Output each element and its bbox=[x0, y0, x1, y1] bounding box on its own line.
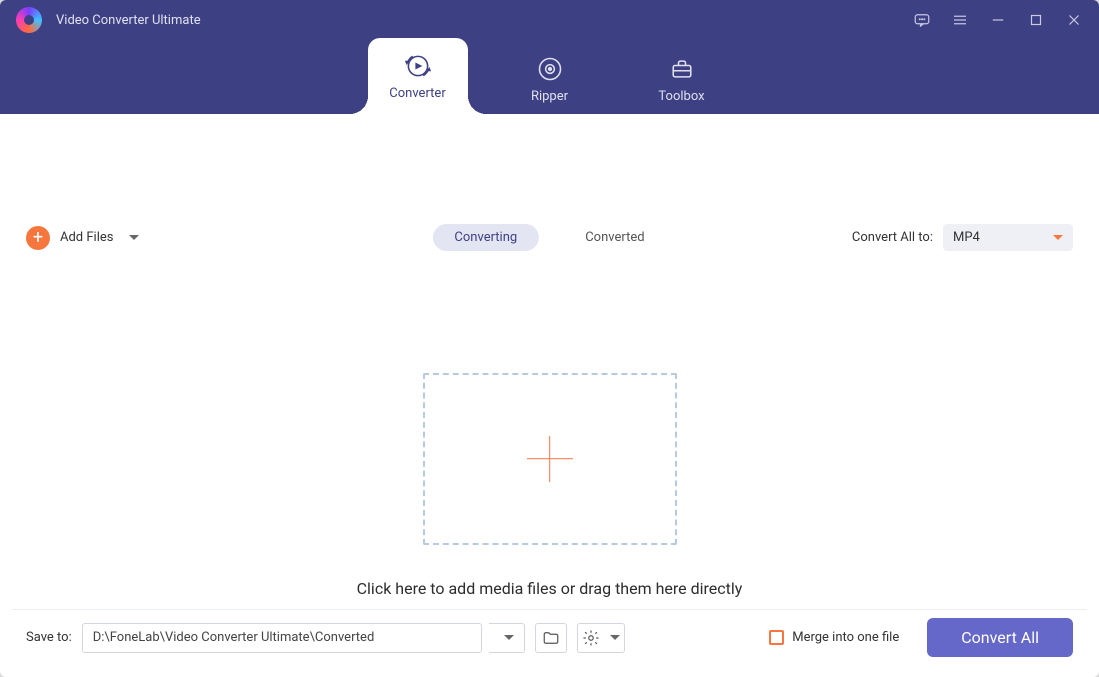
tab-toolbox[interactable]: Toolbox bbox=[632, 44, 732, 114]
output-format-value: MP4 bbox=[953, 230, 980, 245]
feedback-icon[interactable] bbox=[913, 11, 931, 29]
sub-tabs: Converting Converted bbox=[432, 224, 666, 251]
save-path-dropdown[interactable] bbox=[489, 623, 525, 653]
maximize-icon[interactable] bbox=[1027, 11, 1045, 29]
main-tabs: Converter Ripper Toolbox bbox=[368, 38, 732, 114]
app-window: Video Converter Ultimate bbox=[0, 0, 1099, 677]
subtab-converted[interactable]: Converted bbox=[563, 224, 666, 251]
open-folder-button[interactable] bbox=[535, 623, 567, 653]
tab-label: Toolbox bbox=[658, 89, 704, 104]
toolbar: + Add Files Converting Converted Convert… bbox=[12, 114, 1087, 362]
add-media-box[interactable] bbox=[423, 373, 677, 545]
plus-icon bbox=[527, 436, 573, 482]
drop-zone[interactable]: Click here to add media files or drag th… bbox=[12, 362, 1087, 610]
add-files-button[interactable]: + Add Files bbox=[26, 226, 139, 250]
tab-converter[interactable]: Converter bbox=[368, 38, 468, 114]
minimize-icon[interactable] bbox=[989, 11, 1007, 29]
titlebar: Video Converter Ultimate bbox=[0, 0, 1099, 40]
content-panel: + Add Files Converting Converted Convert… bbox=[12, 114, 1087, 665]
close-icon[interactable] bbox=[1065, 11, 1083, 29]
footer: Save to: D:\FoneLab\Video Converter Ulti… bbox=[12, 609, 1087, 665]
settings-button[interactable] bbox=[577, 623, 625, 653]
checkbox-icon bbox=[769, 630, 784, 645]
tab-label: Ripper bbox=[531, 89, 568, 104]
app-title: Video Converter Ultimate bbox=[56, 13, 201, 28]
chevron-down-icon bbox=[1053, 235, 1063, 240]
chevron-down-icon bbox=[610, 635, 620, 640]
save-to-label: Save to: bbox=[26, 630, 72, 645]
window-controls bbox=[913, 11, 1083, 29]
menu-icon[interactable] bbox=[951, 11, 969, 29]
convert-all-button[interactable]: Convert All bbox=[927, 618, 1073, 657]
add-files-label: Add Files bbox=[60, 230, 113, 245]
chevron-down-icon[interactable] bbox=[129, 235, 139, 240]
app-logo-icon bbox=[16, 7, 42, 33]
save-path-field[interactable]: D:\FoneLab\Video Converter Ultimate\Conv… bbox=[82, 623, 482, 653]
plus-icon: + bbox=[26, 226, 50, 250]
chevron-down-icon bbox=[504, 635, 514, 640]
merge-label: Merge into one file bbox=[792, 630, 899, 645]
subtab-converting[interactable]: Converting bbox=[432, 224, 539, 251]
output-format-select[interactable]: MP4 bbox=[943, 224, 1073, 251]
merge-checkbox[interactable]: Merge into one file bbox=[769, 630, 899, 645]
tab-label: Converter bbox=[389, 86, 445, 101]
convert-all-to-label: Convert All to: bbox=[852, 230, 933, 245]
drop-hint: Click here to add media files or drag th… bbox=[357, 579, 743, 598]
header: Video Converter Ultimate bbox=[0, 0, 1099, 114]
save-path-value: D:\FoneLab\Video Converter Ultimate\Conv… bbox=[93, 630, 375, 645]
tab-ripper[interactable]: Ripper bbox=[500, 44, 600, 114]
convert-all-to-group: Convert All to: MP4 bbox=[852, 224, 1073, 251]
